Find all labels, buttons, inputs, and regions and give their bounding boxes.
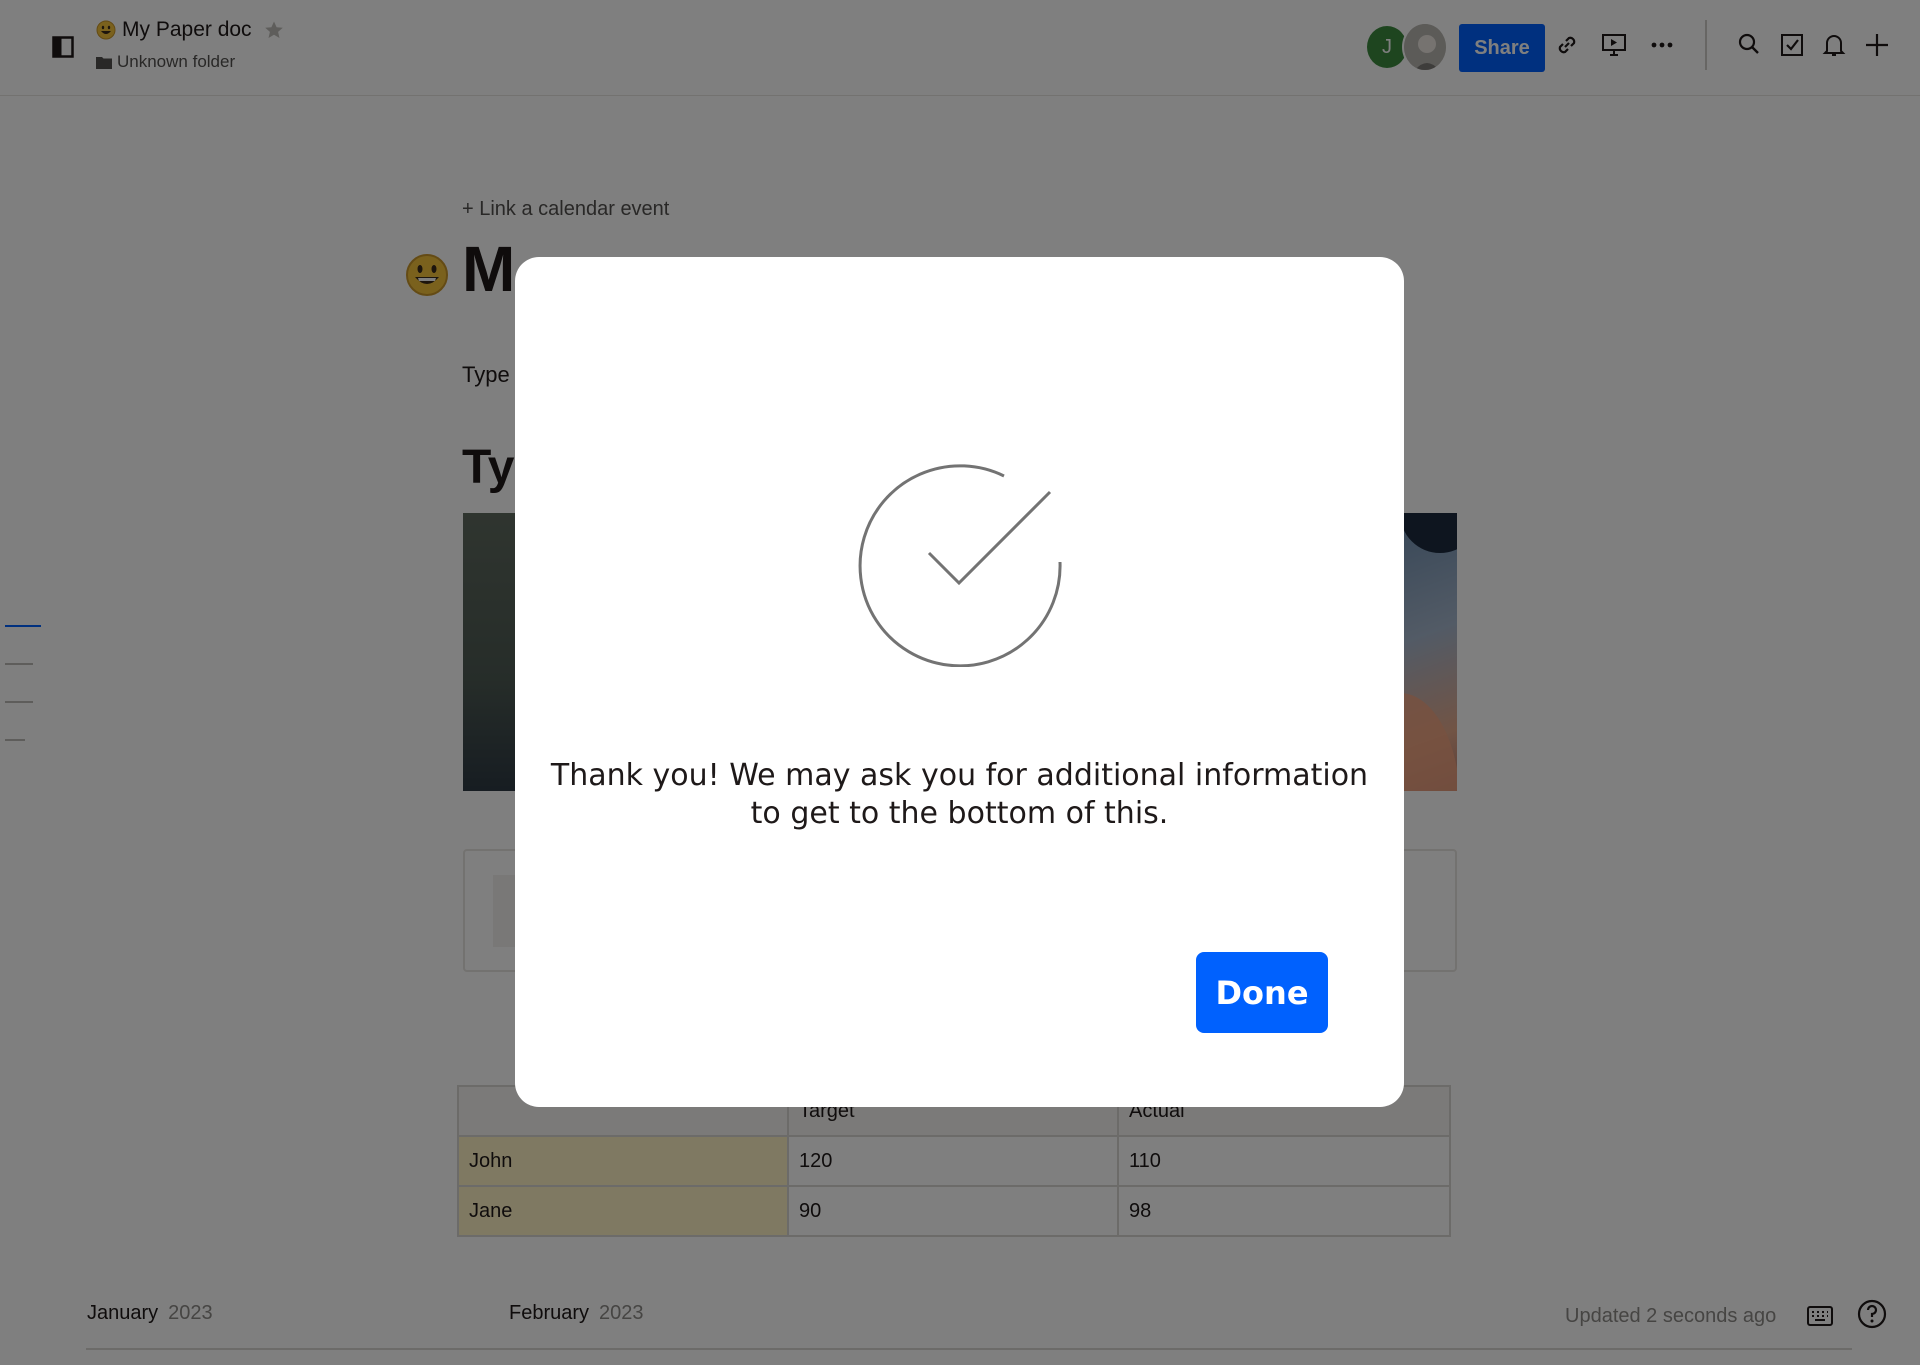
done-button[interactable]: Done bbox=[1196, 952, 1328, 1033]
confirmation-modal: Thank you! We may ask you for additional… bbox=[515, 257, 1404, 1107]
success-check-icon bbox=[858, 464, 1062, 667]
modal-message: Thank you! We may ask you for additional… bbox=[550, 758, 1369, 831]
